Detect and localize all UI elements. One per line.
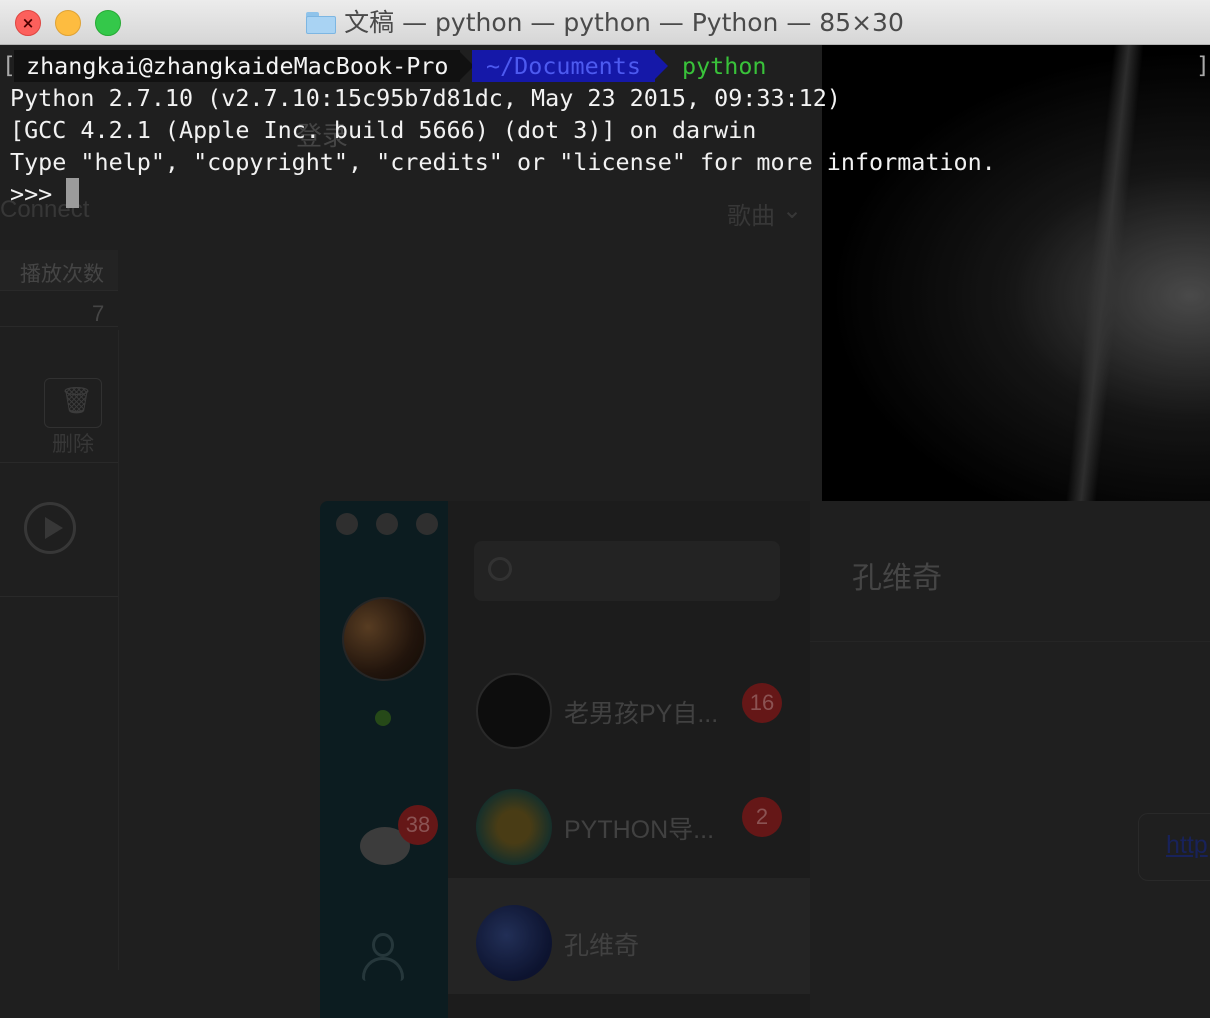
terminal-output-line: Type "help", "copyright", "credits" or "… [10, 148, 996, 176]
text-cursor [66, 178, 80, 208]
powerline-separator-icon [652, 50, 668, 82]
prompt-cwd: ~/Documents [472, 50, 655, 82]
prompt-user-host: zhangkai@zhangkaideMacBook-Pro [14, 50, 461, 82]
repl-input-line[interactable]: >>> [10, 178, 80, 210]
title-bar[interactable]: × 文稿 — python — python — Python — 85×30 [0, 0, 1210, 45]
terminal-content[interactable]: [ zhangkai@zhangkaideMacBook-Pro ~/Docum… [0, 45, 1210, 1018]
window-title: 文稿 — python — python — Python — 85×30 [344, 8, 904, 37]
repl-prompt: >>> [10, 180, 53, 208]
terminal-output-line: Python 2.7.10 (v2.7.10:15c95b7d81dc, May… [10, 84, 841, 112]
prompt-command: python [682, 52, 767, 80]
terminal-output-line: [GCC 4.2.1 (Apple Inc. build 5666) (dot … [10, 116, 757, 144]
window-title-container: 文稿 — python — python — Python — 85×30 [0, 0, 1210, 45]
prompt-bracket-right: ] [1196, 53, 1210, 79]
shell-prompt: [ zhangkai@zhangkaideMacBook-Pro ~/Docum… [0, 50, 1210, 82]
folder-icon [306, 12, 337, 34]
